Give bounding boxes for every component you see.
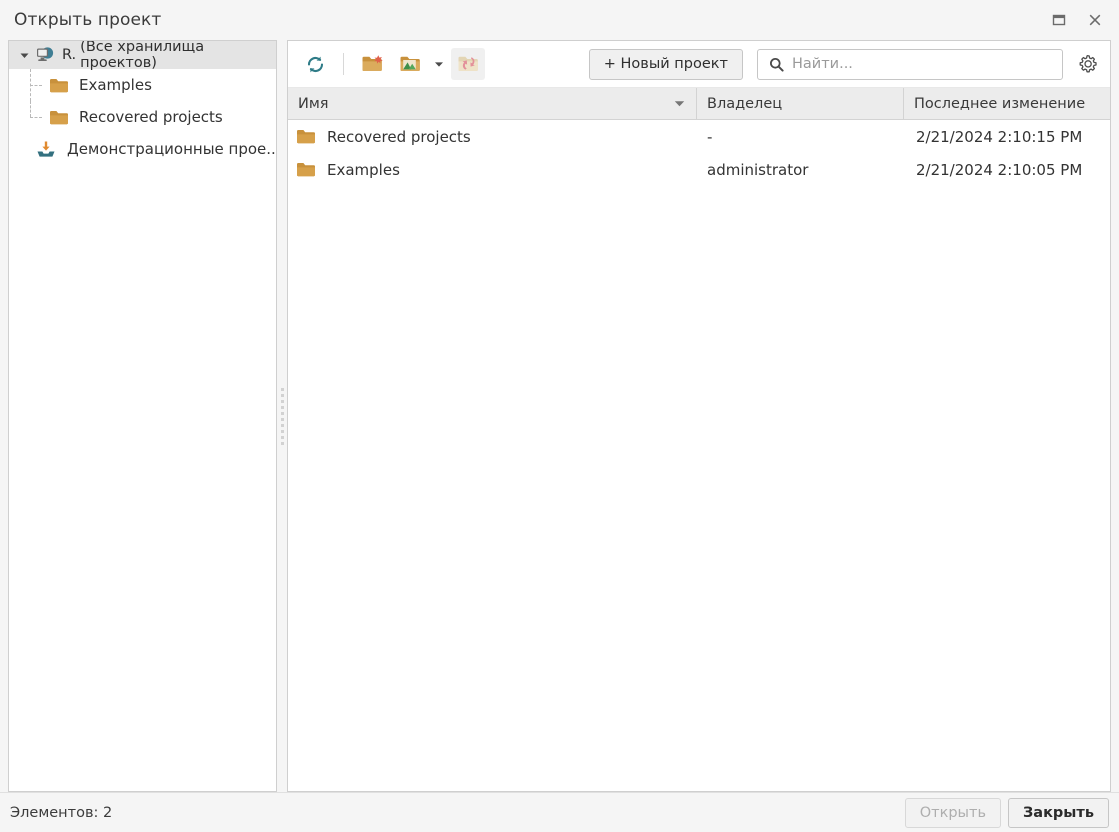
splitter-grip	[280, 387, 284, 445]
cell-owner: administrator	[707, 160, 809, 179]
cell-name: Examples	[288, 161, 697, 179]
chevron-down-icon	[434, 59, 444, 69]
row-name-label: Examples	[327, 160, 400, 179]
repository-tree: R. (Все хранилища проектов) Examples Rec…	[9, 41, 276, 165]
dialog-body: R. (Все хранилища проектов) Examples Rec…	[0, 40, 1119, 792]
tree-root-label: R.	[62, 47, 77, 63]
settings-button[interactable]	[1072, 49, 1102, 79]
close-button-footer[interactable]: Закрыть	[1008, 797, 1109, 828]
search-input[interactable]	[792, 56, 1054, 72]
projects-panel: + Новый проект Найти... Имя Владелец Пос…	[287, 40, 1111, 792]
import-folder-icon	[399, 54, 422, 74]
toolbar-separator	[343, 53, 344, 75]
close-button[interactable]	[1077, 5, 1113, 35]
new-project-button[interactable]: + Новый проект	[588, 48, 743, 80]
title-bar: Открыть проект	[0, 0, 1119, 40]
gear-icon	[1077, 54, 1098, 75]
cell-name: Recovered projects	[288, 128, 697, 146]
restore-folder-icon	[457, 54, 480, 74]
search-box[interactable]	[757, 48, 1063, 80]
repository-tree-panel: R. (Все хранилища проектов) Examples Rec…	[8, 40, 277, 792]
tree-elbow-line	[30, 117, 42, 118]
column-header-label: Владелец	[707, 95, 783, 112]
column-header-name[interactable]: Имя	[288, 88, 697, 119]
tree-item-root[interactable]: R. (Все хранилища проектов)	[9, 40, 276, 71]
item-count-label: Элементов: 2	[10, 804, 113, 821]
restore-folder-button[interactable]	[451, 48, 485, 80]
column-header-label: Имя	[298, 95, 329, 112]
server-icon	[35, 46, 55, 64]
chevron-down-icon[interactable]	[17, 48, 31, 62]
refresh-button[interactable]	[298, 48, 332, 80]
folder-icon	[296, 161, 316, 178]
folder-icon	[49, 109, 69, 126]
tree-item-label: Демонстрационные прое...	[67, 140, 276, 158]
tree-root-sublabel: (Все хранилища проектов)	[80, 40, 205, 71]
new-folder-button[interactable]	[355, 48, 389, 80]
table-header-row: Имя Владелец Последнее изменение	[288, 88, 1110, 120]
column-header-modified[interactable]: Последнее изменение	[904, 88, 1110, 119]
column-header-owner[interactable]: Владелец	[697, 88, 904, 119]
search-icon	[769, 57, 784, 72]
dialog-buttons: Открыть Закрыть	[904, 797, 1109, 828]
tree-item-label: Examples	[79, 76, 152, 94]
refresh-icon	[305, 54, 326, 75]
open-button[interactable]: Открыть	[904, 797, 1001, 828]
table-row[interactable]: Examples administrator 2/21/2024 2:10:05…	[288, 153, 1110, 186]
tree-item-label: Recovered projects	[79, 108, 223, 126]
import-folder-button[interactable]	[393, 48, 427, 80]
tree-elbow-line	[30, 85, 42, 86]
maximize-button[interactable]	[1041, 5, 1077, 35]
cell-owner: -	[707, 127, 713, 146]
tree-item-examples[interactable]: Examples	[9, 69, 276, 101]
maximize-icon	[1052, 14, 1066, 26]
import-folder-dropdown[interactable]	[431, 48, 447, 80]
cell-modified: 2/21/2024 2:10:15 PM	[916, 127, 1083, 146]
cell-modified: 2/21/2024 2:10:05 PM	[916, 160, 1083, 179]
folder-icon	[296, 128, 316, 145]
table-body: Recovered projects - 2/21/2024 2:10:15 P…	[288, 120, 1110, 791]
tree-guide-line	[30, 101, 31, 117]
tree-item-recovered-projects[interactable]: Recovered projects	[9, 101, 276, 133]
projects-toolbar: + Новый проект	[288, 41, 1110, 88]
open-project-dialog: Открыть проект R. (Все хранилища проекто…	[0, 0, 1119, 832]
close-icon	[1089, 14, 1101, 26]
projects-table: Имя Владелец Последнее изменение Recover…	[288, 88, 1110, 791]
column-header-label: Последнее изменение	[914, 95, 1086, 112]
demo-import-icon	[35, 140, 57, 159]
pane-splitter[interactable]	[277, 40, 287, 792]
status-bar: Элементов: 2 Открыть Закрыть	[0, 792, 1119, 832]
row-name-label: Recovered projects	[327, 127, 471, 146]
window-controls	[1041, 5, 1113, 35]
new-folder-icon	[361, 54, 384, 74]
tree-item-demo-projects[interactable]: Демонстрационные прое...	[9, 133, 276, 165]
table-row[interactable]: Recovered projects - 2/21/2024 2:10:15 P…	[288, 120, 1110, 153]
sort-descending-icon	[673, 97, 686, 110]
dialog-title: Открыть проект	[14, 10, 162, 30]
folder-icon	[49, 77, 69, 94]
